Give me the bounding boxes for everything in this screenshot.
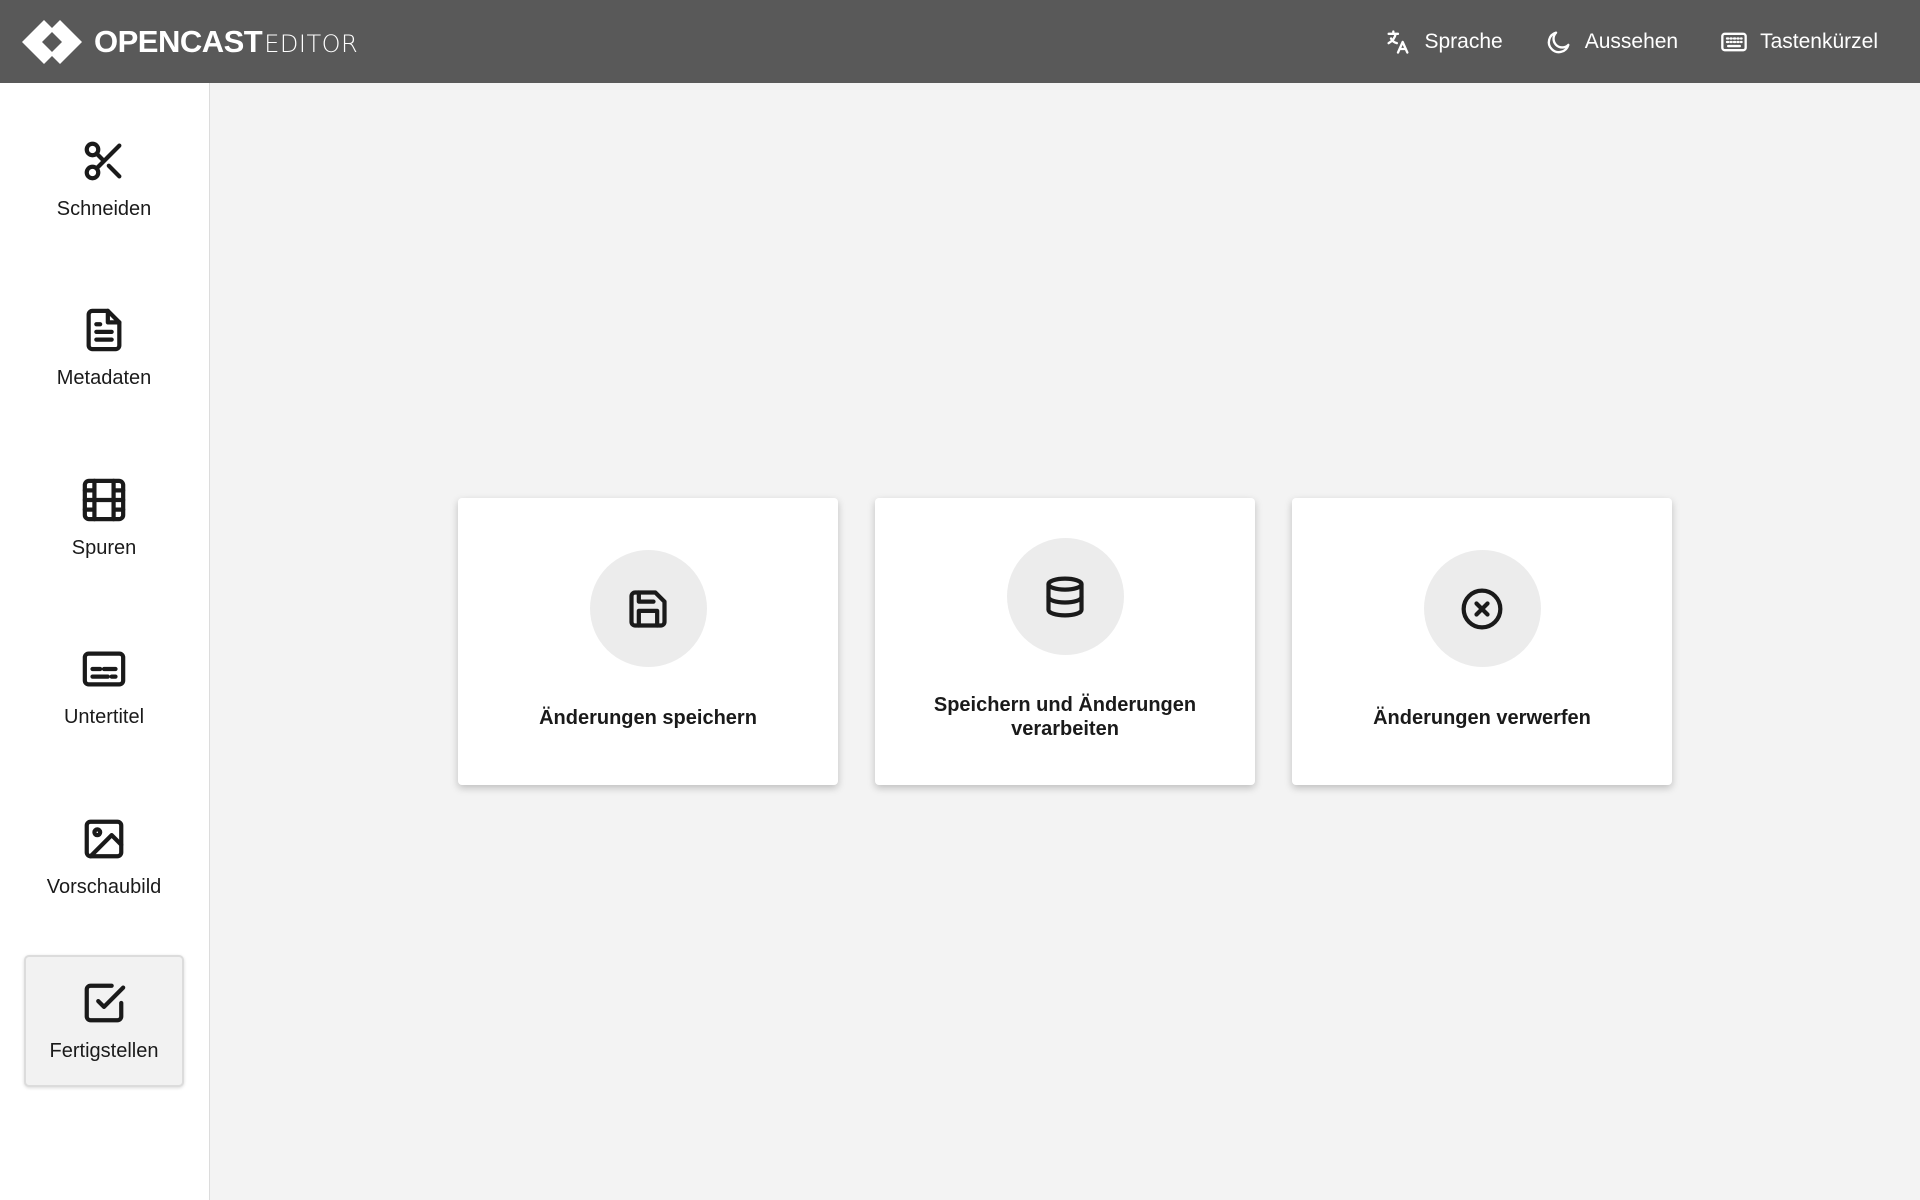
language-button[interactable]: Sprache xyxy=(1384,28,1503,56)
sidebar-item-label: Metadaten xyxy=(56,366,152,389)
discard-changes-label: Änderungen verwerfen xyxy=(1373,707,1591,729)
database-icon xyxy=(1046,576,1084,617)
document-icon xyxy=(86,308,122,351)
image-icon xyxy=(84,819,124,858)
save-icon xyxy=(629,589,667,628)
close-circle-icon xyxy=(1461,588,1503,629)
logo-wordmark: OPENCAST EDITOR xyxy=(94,24,358,60)
language-label: Sprache xyxy=(1424,29,1503,53)
save-changes-label: Änderungen speichern xyxy=(539,707,757,729)
save-and-process-card[interactable]: Speichern und Änderungen verarbeiten xyxy=(875,498,1255,785)
logo-sub-text: EDITOR xyxy=(264,29,359,58)
logo-main-text: OPENCAST xyxy=(94,23,263,59)
sidebar-item-thumbnail[interactable]: Vorschaubild xyxy=(24,791,184,923)
checkbox-icon xyxy=(84,983,126,1022)
sidebar-item-label: Untertitel xyxy=(63,705,145,728)
sidebar-item-cutting[interactable]: Schneiden xyxy=(24,113,184,245)
appearance-label: Aussehen xyxy=(1584,29,1679,53)
sidebar: Schneiden Metadaten Spuren Untertitel Vo… xyxy=(0,83,210,1200)
sidebar-item-subtitles[interactable]: Untertitel xyxy=(24,621,184,753)
logo[interactable]: OPENCAST EDITOR xyxy=(20,18,358,66)
close-icon-circle xyxy=(1423,550,1541,667)
save-and-process-label: Speichern und Änderungen verarbeiten xyxy=(933,694,1197,740)
shortcuts-label: Tastenkürzel xyxy=(1760,29,1878,53)
sidebar-item-label: Fertigstellen xyxy=(49,1039,159,1062)
keyboard-icon xyxy=(1721,32,1747,51)
moon-icon xyxy=(1547,30,1570,53)
sidebar-item-label: Vorschaubild xyxy=(46,875,162,898)
film-icon xyxy=(82,478,126,521)
sidebar-item-label: Spuren xyxy=(71,536,137,559)
subtitles-icon xyxy=(82,651,126,686)
sidebar-item-tracks[interactable]: Spuren xyxy=(24,452,184,584)
translate-icon xyxy=(1387,29,1409,54)
sidebar-item-finish[interactable]: Fertigstellen xyxy=(24,955,184,1087)
sidebar-item-label: Schneiden xyxy=(56,197,152,220)
opencast-logo-icon xyxy=(22,19,82,64)
main-content: Änderungen speichern Speichern und Änder… xyxy=(210,83,1920,1200)
discard-changes-card[interactable]: Änderungen verwerfen xyxy=(1292,498,1672,785)
sidebar-item-metadata[interactable]: Metadaten xyxy=(24,282,184,414)
appearance-button[interactable]: Aussehen xyxy=(1545,28,1678,56)
database-icon-circle xyxy=(1006,538,1124,655)
shortcuts-button[interactable]: Tastenkürzel xyxy=(1720,28,1878,56)
save-changes-card[interactable]: Änderungen speichern xyxy=(458,498,838,785)
scissors-icon xyxy=(84,141,122,180)
top-bar: OPENCAST EDITOR Sprache Aussehen Tastenk… xyxy=(0,0,1920,83)
header-menu: Sprache Aussehen Tastenkürzel xyxy=(1384,28,1900,56)
save-icon-circle xyxy=(589,550,707,667)
